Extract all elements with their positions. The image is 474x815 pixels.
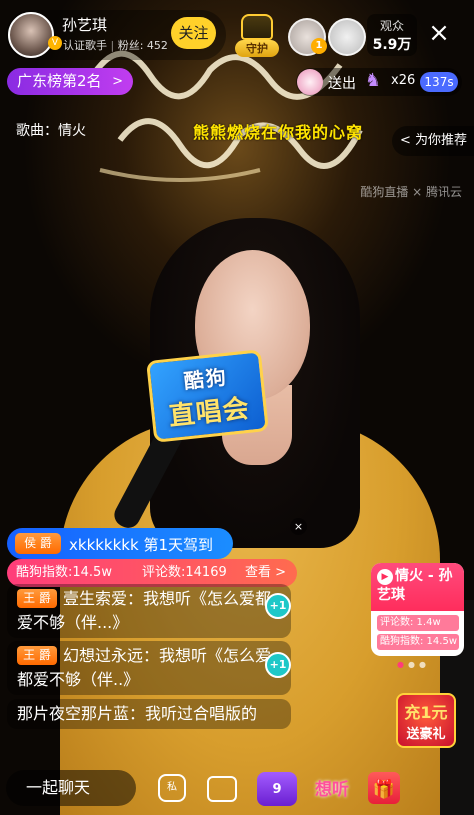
song-mini-index: 酷狗指数: 14.5w xyxy=(377,634,459,650)
gift-box-icon[interactable]: 🎁 xyxy=(368,772,400,804)
rank-label: 广东榜第2名 xyxy=(17,72,102,90)
crown-icon xyxy=(241,14,273,40)
plus-one-button[interactable]: +1 xyxy=(265,652,291,678)
close-icon[interactable]: × xyxy=(425,19,453,47)
video-icon[interactable] xyxy=(207,776,237,802)
anchor-avatar[interactable] xyxy=(8,12,54,58)
kugou-index: 酷狗指数:14.5w xyxy=(16,565,112,580)
anchor-name: 孙艺琪 xyxy=(62,16,108,34)
guard-label: 守护 xyxy=(235,40,279,57)
entry-text: xkkkkkkk 第1天驾到 xyxy=(69,536,213,554)
promo-bottom: 送豪礼 xyxy=(406,727,446,742)
gift-icon: ♞ xyxy=(364,70,382,91)
chat-input-button[interactable]: 一起聊天 xyxy=(6,770,136,806)
level-tag: 王 爵 xyxy=(17,589,57,608)
song-mini-title: ▶ 情火 - 孙艺琪 xyxy=(371,563,464,611)
chat-text: 那片夜空那片蓝：我听过合唱版的 xyxy=(17,704,258,723)
watermark: 酷狗直播 × 腾讯云 xyxy=(360,185,462,199)
chat-message[interactable]: 王 爵壹生索爱：我想听《怎么爱都爱不够（伴...》 xyxy=(7,584,291,638)
vip-icon[interactable]: 9 xyxy=(257,772,297,806)
chat-message[interactable]: 王 爵幻想过永远：我想听《怎么爱都爱不够（伴..》 xyxy=(7,641,291,695)
anchor-subtitle: 认证歌手 | 粉丝: 452 xyxy=(63,37,168,53)
mic-flag-line1: 酷狗 xyxy=(182,364,229,394)
recharge-promo[interactable]: 充1元 送豪礼 xyxy=(396,693,456,748)
comment-count: 评论数:14169 xyxy=(142,565,227,580)
follow-button[interactable]: 关注 xyxy=(171,17,216,49)
rank-tag: 侯 爵 xyxy=(15,533,61,554)
song-mini-card[interactable]: ▶ 情火 - 孙艺琪 评论数: 1.4w 酷狗指数: 14.5w xyxy=(371,563,464,656)
fan-rank-badge: 1 xyxy=(311,38,327,54)
promo-top: 充1元 xyxy=(404,703,448,722)
gift-count: x26 xyxy=(391,73,416,88)
view-link[interactable]: 查看 > xyxy=(245,559,286,587)
verified-badge-icon: V xyxy=(48,36,62,50)
recommend-button[interactable]: < 为你推荐 xyxy=(392,126,474,156)
fan-avatar[interactable] xyxy=(328,18,366,56)
gift-notification: 送出 ♞ x26 137s xyxy=(296,68,462,96)
play-icon: ▶ xyxy=(377,569,393,585)
viewer-count[interactable]: 观众 5.9万 xyxy=(367,14,417,56)
song-mini-comments: 评论数: 1.4w xyxy=(377,615,459,631)
viewers-count: 5.9万 xyxy=(372,37,412,53)
mic-flag-line2: 直唱会 xyxy=(167,393,252,433)
guard-button[interactable]: 守护 xyxy=(233,12,281,58)
chat-message[interactable]: 那片夜空那片蓝：我听过合唱版的 xyxy=(7,699,291,729)
close-icon[interactable]: × xyxy=(290,518,307,535)
viewers-label: 观众 xyxy=(379,19,404,33)
level-tag: 王 爵 xyxy=(17,646,57,665)
divider: | xyxy=(110,39,118,52)
anchor-fans: 粉丝: 452 xyxy=(117,39,168,52)
song-label: 歌曲：情火 xyxy=(16,123,86,139)
lyric-line: 熊熊燃烧在你我的心窝 xyxy=(193,123,364,142)
microphone-flag: 酷狗 直唱会 xyxy=(146,349,269,443)
user-entry-banner: 侯 爵 xkkkkkkk 第1天驾到 xyxy=(7,528,233,559)
anchor-title: 认证歌手 xyxy=(63,39,107,52)
plus-one-button[interactable]: +1 xyxy=(265,593,291,619)
pager-dots: ●●● xyxy=(397,660,430,669)
gift-timer: 137s xyxy=(420,72,458,92)
sender-avatar xyxy=(297,69,323,95)
want-listen-icon[interactable]: 想听 xyxy=(310,772,354,808)
private-message-icon[interactable]: 私 xyxy=(158,774,186,802)
song-info-card[interactable]: 酷狗指数:14.5w 评论数:14169 查看 > xyxy=(7,559,297,587)
gift-send-label: 送出 xyxy=(328,76,356,92)
rank-badge[interactable]: 广东榜第2名 > xyxy=(7,68,133,95)
chevron-right-icon: > xyxy=(112,74,123,89)
